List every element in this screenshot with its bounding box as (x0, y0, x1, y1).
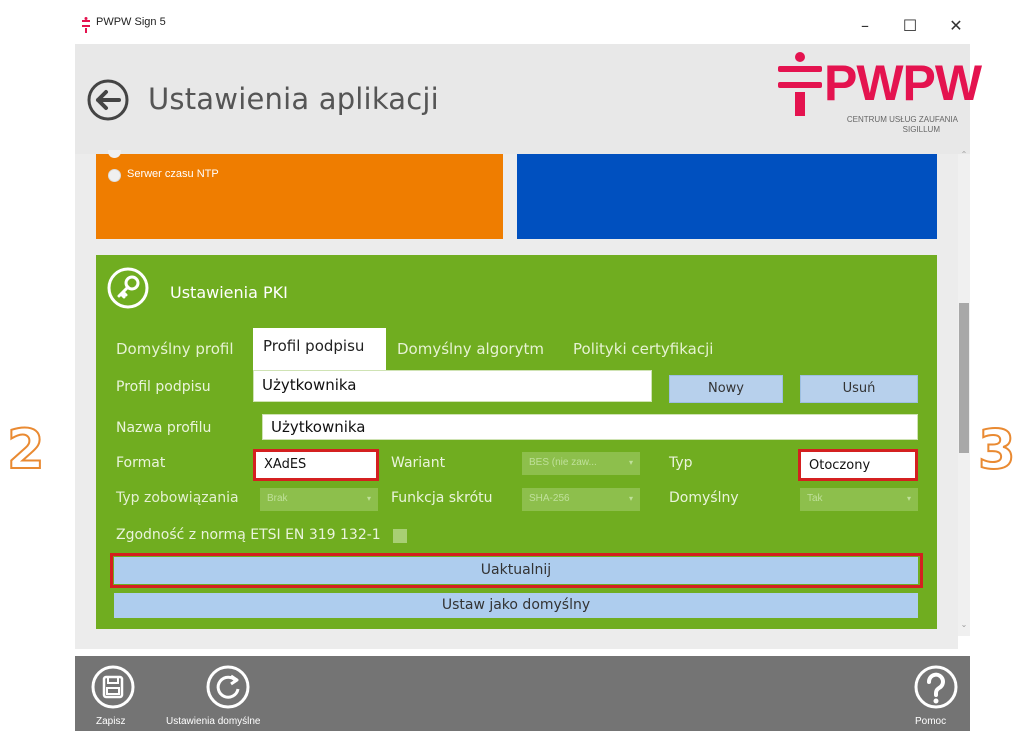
key-icon (107, 267, 149, 309)
help-icon[interactable] (913, 664, 959, 710)
scroll-up-icon[interactable]: ⌃ (958, 150, 970, 162)
variant-label: Wariant (391, 455, 446, 471)
format-label: Format (116, 455, 166, 471)
window-title: PWPW Sign 5 (96, 16, 166, 28)
new-profile-button[interactable]: Nowy (669, 375, 783, 403)
update-button-highlight (110, 553, 923, 588)
hash-function-value: SHA-256 (529, 493, 570, 504)
tab-default-algorithm[interactable]: Domyślny algorytm (397, 340, 544, 358)
title-bar (75, 8, 970, 44)
help-label[interactable]: Pomoc (915, 716, 946, 727)
profile-name-label: Nazwa profilu (116, 420, 212, 436)
etsi-compliance-checkbox[interactable] (393, 529, 407, 543)
radio-ntp[interactable] (108, 169, 121, 182)
profile-name-input[interactable]: Użytkownika (262, 414, 918, 440)
reset-defaults-icon[interactable] (205, 664, 251, 710)
tab-signature-profile[interactable]: Profil podpisu (253, 328, 386, 370)
logo-tagline-sub: SIGILLUM (902, 125, 940, 134)
pwpw-logo: PWPW CENTRUM USŁUG ZAUFANIA SIGILLUM (778, 52, 982, 152)
tab-default-profile[interactable]: Domyślny profil (116, 340, 234, 358)
default-select: Tak ▾ (800, 488, 918, 511)
hash-function-select: SHA-256 ▾ (522, 488, 640, 511)
chevron-down-icon: ▾ (906, 494, 911, 503)
default-select-value: Tak (807, 493, 823, 504)
app-logo-icon (82, 17, 90, 33)
time-settings-tile (96, 154, 503, 239)
defaults-label[interactable]: Ustawienia domyślne (166, 716, 261, 727)
blue-settings-tile (517, 154, 937, 239)
annotation-number-right: 3 (977, 417, 1017, 482)
scroll-down-icon[interactable]: ⌄ (958, 620, 970, 632)
etsi-compliance-label: Zgodność z normą ETSI EN 319 132-1 (116, 527, 381, 543)
minimize-button[interactable]: – (853, 14, 877, 38)
logo-text: PWPW (824, 55, 982, 111)
chevron-down-icon: ▾ (628, 494, 633, 503)
tab-certification-policies[interactable]: Polityki certyfikacji (573, 340, 713, 358)
profile-select[interactable]: Użytkownika (253, 370, 652, 402)
save-icon[interactable] (90, 664, 136, 710)
logo-tagline: CENTRUM USŁUG ZAUFANIA (846, 115, 958, 124)
set-default-button[interactable]: Ustaw jako domyślny (114, 593, 918, 618)
close-button[interactable]: ✕ (944, 14, 968, 38)
type-select[interactable]: Otoczony (798, 449, 918, 481)
hash-function-label: Funkcja skrótu (391, 490, 493, 506)
commitment-type-select: Brak ▾ (260, 488, 378, 511)
variant-select: BES (nie zaw... ▾ (522, 452, 640, 475)
radio-ntp-label: Serwer czasu NTP (127, 168, 219, 180)
pwpw-emblem-icon (778, 52, 822, 116)
chevron-down-icon: ▾ (366, 494, 371, 503)
scrollbar-thumb[interactable] (959, 303, 969, 453)
commitment-type-label: Typ zobowiązania (116, 490, 239, 506)
variant-select-value: BES (nie zaw... (529, 457, 597, 468)
chevron-down-icon: ▾ (628, 458, 633, 467)
back-arrow-icon[interactable] (86, 78, 130, 122)
annotation-number-left: 2 (6, 417, 46, 482)
pki-title: Ustawienia PKI (170, 283, 288, 302)
default-label: Domyślny (669, 490, 739, 506)
maximize-button[interactable]: ☐ (898, 14, 922, 38)
type-label: Typ (669, 455, 693, 471)
profile-label: Profil podpisu (116, 379, 211, 395)
save-label[interactable]: Zapisz (96, 716, 125, 727)
delete-profile-button[interactable]: Usuń (800, 375, 918, 403)
commitment-type-value: Brak (267, 493, 288, 504)
page-title: Ustawienia aplikacji (148, 82, 439, 116)
format-select[interactable]: XAdES (253, 449, 379, 481)
